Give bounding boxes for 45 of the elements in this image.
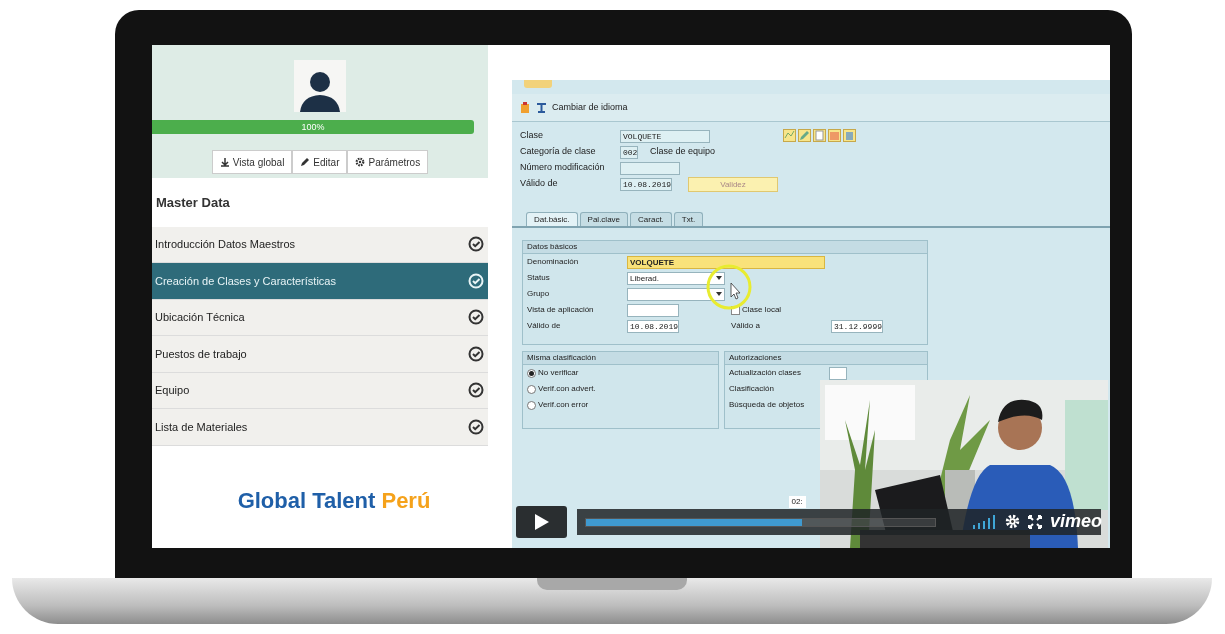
tab[interactable]: Txt. (673, 212, 704, 226)
tab[interactable]: Pal.clave (579, 212, 629, 226)
group-title: Autorizaciones (725, 352, 927, 365)
field-label: Búsqueda de objetos (729, 399, 806, 411)
tab[interactable]: Caract. (630, 212, 672, 226)
dropdown-field[interactable]: Liberad. (627, 271, 725, 285)
field-label: Válido de (520, 177, 559, 191)
logo-text: Global Talent Perú (236, 486, 432, 515)
field-label: Válido a (731, 320, 761, 332)
progress-bar: 100% (152, 120, 474, 134)
lesson-item[interactable]: Puestos de trabajo (152, 336, 488, 373)
input-field[interactable]: VOLQUETE (620, 129, 710, 143)
input-field[interactable]: VOLQUETE (627, 255, 825, 269)
field-label: Grupo (527, 288, 551, 300)
field-label: Clase (520, 129, 544, 143)
checkbox-label: Clase local (742, 304, 782, 316)
input-field[interactable]: 002 (620, 145, 638, 159)
field-label: Status (527, 272, 551, 284)
section-title: Master Data (155, 194, 231, 212)
lesson-item[interactable]: Ubicación Técnica (152, 299, 488, 336)
field-label: Vista de aplicación (527, 304, 595, 316)
lesson-item[interactable]: Lista de Materiales (152, 409, 488, 446)
toolbar-button[interactable]: Parámetros (347, 150, 429, 174)
field-note: Clase de equipo (650, 145, 716, 159)
toolbar-button[interactable]: Editar (292, 150, 348, 174)
group-title: Datos básicos (523, 241, 927, 254)
tab[interactable]: Dat.básic. (526, 212, 578, 226)
group-title: Misma clasificación (523, 352, 718, 365)
field-label: Clasificación (729, 383, 775, 395)
lesson-item[interactable]: Introducción Datos Maestros (152, 226, 488, 263)
input-field[interactable]: 10.08.2019 (627, 319, 679, 333)
toolbar-button[interactable]: Vista global (211, 150, 293, 174)
field-label: Denominación (527, 256, 580, 268)
input-field[interactable]: 31.12.9999 (831, 319, 883, 333)
radio-label: Verif.con error (538, 399, 589, 411)
field-label: Categoría de clase (520, 145, 597, 159)
lesson-item[interactable]: Creación de Clases y Características (152, 263, 488, 300)
lesson-item[interactable]: Equipo (152, 372, 488, 409)
field-label: Actualización clases (729, 367, 803, 379)
field-label: Válido de (527, 320, 562, 332)
input-field[interactable]: 10.08.2019 (620, 177, 672, 191)
radio-label: No verificar (538, 367, 579, 379)
field-label: Número modificación (520, 161, 606, 175)
radio-label: Verif.con advert. (538, 383, 596, 395)
toolbar-label[interactable]: Cambiar de idioma (552, 100, 628, 115)
